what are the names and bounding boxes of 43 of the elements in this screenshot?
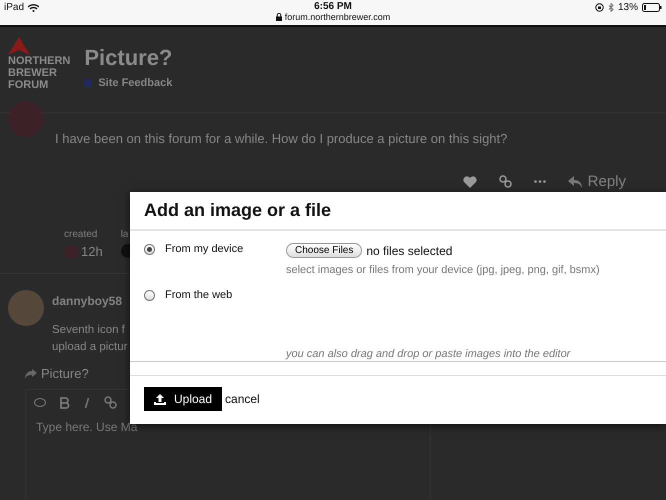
drag-hint: you can also drag and drop or paste images into the editor [286,348,570,360]
reply-arrow-icon [25,368,37,378]
composer-title: Picture? [41,366,89,381]
radio-icon[interactable] [144,290,155,300]
post-text-line: upload a pictur [52,340,128,355]
clock: 6:56 PM [314,1,352,12]
bold-icon[interactable] [60,396,70,408]
cancel-link[interactable]: cancel [225,392,260,406]
meta-label: la [120,229,130,240]
upload-icon [154,394,166,404]
post-text: I have been on this forum for a while. How do I produce a picture on this sight? [55,131,508,146]
link-icon[interactable] [104,396,117,409]
meta-value: 12h [81,244,103,259]
bluetooth-icon [608,3,614,12]
heart-icon[interactable] [462,176,477,188]
radio-option[interactable]: From my device [144,243,244,255]
topic-title: Picture? [84,45,172,71]
choose-files-button[interactable]: Choose Files [286,243,362,258]
reply-arrow-icon [568,176,582,188]
quote-icon[interactable] [34,398,46,408]
link-icon[interactable] [498,175,512,188]
forum-logo[interactable]: NORTHERN BREWER FORUM [8,37,70,91]
device-name: iPad [4,2,24,13]
avatar [8,290,44,326]
battery-icon [642,3,662,12]
post-text-line: Seventh icon f [52,323,125,338]
wifi-icon [28,4,40,12]
upload-button[interactable]: Upload [144,387,222,411]
italic-icon[interactable] [84,396,90,408]
dialog-title: Add an image or a file [130,192,666,231]
reply-button[interactable]: Reply [568,173,626,190]
file-status: no files selected [366,244,452,258]
lock-icon [276,13,282,21]
battery-percent: 13% [618,2,638,13]
more-icon[interactable] [534,180,546,183]
orientation-lock-icon [594,3,604,12]
editor-input[interactable]: Type here. Use Ma [34,419,418,435]
file-hint: select images or files from your device (jpg, jpeg, png, gif, bsmx) [286,264,600,276]
url-text[interactable]: forum.northernbrewer.com [284,12,390,22]
meta-label: created [64,229,98,240]
radio-option[interactable]: From the web [144,289,244,301]
radio-icon[interactable] [144,244,155,254]
category-link[interactable]: Site Feedback [98,77,172,89]
